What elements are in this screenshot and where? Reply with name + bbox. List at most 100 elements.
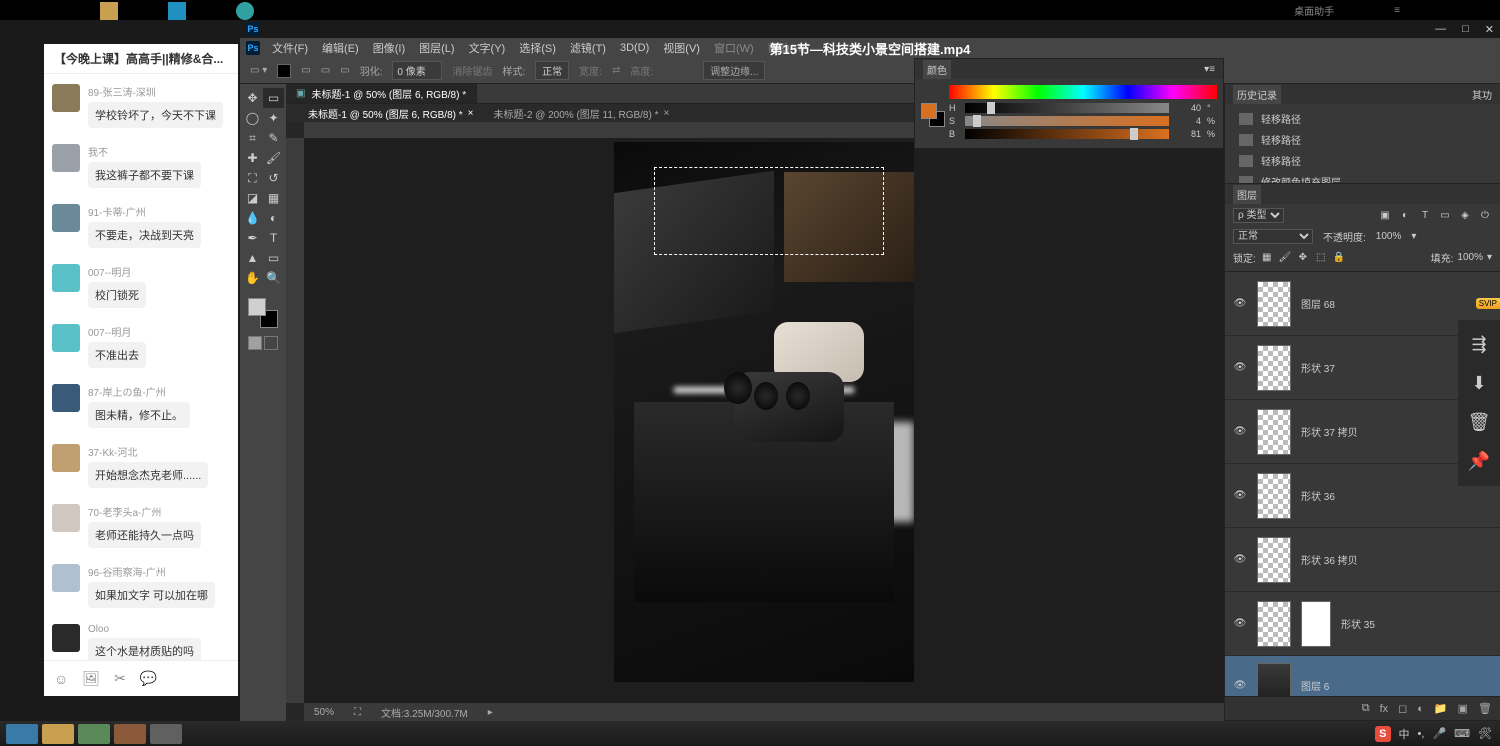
refine-edge-button[interactable]: 调整边缘... [703,61,765,80]
layer-row[interactable]: 👁图层 6 [1225,656,1500,696]
filter-adjust-icon[interactable]: ◐ [1398,209,1412,223]
layer-thumb[interactable] [1257,409,1291,455]
layer-thumb[interactable] [1257,281,1291,327]
visibility-icon[interactable]: 👁 [1233,680,1247,691]
visibility-icon[interactable]: 👁 [1233,362,1247,373]
emoji-icon[interactable]: ☺ [54,671,68,687]
type-tool-icon[interactable]: T [263,228,284,248]
color-swatches[interactable] [248,298,278,328]
desktop-shortcut-1[interactable] [100,2,118,20]
blur-tool-icon[interactable]: 💧 [242,208,263,228]
task-item[interactable] [6,724,38,744]
fx-icon[interactable]: fx [1380,703,1389,715]
marquee-new-icon[interactable] [277,64,291,78]
status-arrow-icon[interactable]: ▸ [488,707,493,718]
opacity-dropdown-icon[interactable]: ▾ [1411,231,1416,242]
link-layers-icon[interactable]: ⧉ [1362,702,1370,715]
avatar[interactable] [52,624,80,652]
eraser-tool-icon[interactable]: ◪ [242,188,263,208]
avatar[interactable] [52,324,80,352]
path-select-icon[interactable]: ▲ [242,248,263,268]
panel-fg-swatch[interactable] [921,103,937,119]
zoom-tool-icon[interactable]: 🔍 [263,268,284,288]
layer-filter-select[interactable]: ρ 类型 [1233,208,1284,223]
lock-trans-icon[interactable]: ▦ [1260,251,1274,265]
color-panel[interactable]: 颜色▾≡ H40° S4% B81% [914,58,1224,149]
heal-tool-icon[interactable]: ✚ [242,148,263,168]
style-select[interactable]: 正常 [535,61,569,80]
avatar[interactable] [52,504,80,532]
desktop-helper[interactable]: 桌面助手 [1294,3,1334,18]
marquee-tool-icon[interactable]: ▭ [263,88,284,108]
stamp-tool-icon[interactable]: ⛶ [242,168,263,188]
dodge-tool-icon[interactable]: ◐ [263,208,284,228]
image-icon[interactable]: 🖼 [82,670,100,687]
layers-tab[interactable]: 图层 [1233,185,1261,204]
tab-close-icon[interactable]: × [468,108,474,119]
h-slider[interactable] [965,103,1169,113]
layer-thumb[interactable] [1257,473,1291,519]
mask-icon[interactable]: ◻ [1398,702,1407,715]
task-item[interactable] [150,724,182,744]
desktop-shortcut-2[interactable] [168,2,186,20]
minimize-icon[interactable]: — [1435,23,1446,36]
canvas[interactable] [304,138,1224,703]
document-tab-2[interactable]: 未标题-2 @ 200% (图层 11, RGB/8) *× [483,104,679,122]
b-slider[interactable] [965,129,1169,139]
task-item[interactable] [42,724,74,744]
extra-tab[interactable]: 其功 [1472,87,1492,102]
ime-badge-icon[interactable]: S [1375,726,1390,742]
menu-edit[interactable]: 编辑(E) [316,38,365,58]
fill-dropdown-icon[interactable]: ▾ [1487,252,1492,263]
menu-filter[interactable]: 滤镜(T) [564,38,612,58]
topbar-menu-icon[interactable]: ≡ [1394,5,1400,16]
share-icon[interactable]: ⇶ [1471,334,1486,355]
filter-pixel-icon[interactable]: ▣ [1378,209,1392,223]
visibility-icon[interactable]: 👁 [1233,426,1247,437]
eyedropper-tool-icon[interactable]: ✎ [263,128,284,148]
history-item[interactable]: 轻移路径 [1225,129,1500,150]
mic-icon[interactable]: 🎤 [1432,727,1446,740]
lock-artboard-icon[interactable]: ⬚ [1314,251,1328,265]
gradient-tool-icon[interactable]: ▦ [263,188,284,208]
scissors-icon[interactable]: ✂ [114,670,126,687]
color-tab[interactable]: 颜色 [923,60,951,79]
download-icon[interactable]: ⬇ [1471,373,1486,394]
task-item[interactable] [114,724,146,744]
avatar[interactable] [52,444,80,472]
tray-dot-icon[interactable]: •, [1418,728,1425,740]
tab-close-icon[interactable]: × [664,108,670,119]
chat-history-icon[interactable]: 💬 [140,670,157,687]
menu-view[interactable]: 视图(V) [657,38,706,58]
antialias-check[interactable]: 消除锯齿 [452,63,492,78]
menu-3d[interactable]: 3D(D) [614,40,655,56]
trash-icon[interactable]: 🗑 [1468,412,1491,433]
desktop-shortcut-3[interactable] [236,2,254,20]
wand-tool-icon[interactable]: ✦ [263,108,284,128]
screen-mode-icon[interactable]: ⛶ [354,707,361,718]
tool-preset-icon[interactable]: ▭ ▾ [250,65,267,76]
new-layer-icon[interactable]: ▣ [1458,702,1468,715]
layer-row[interactable]: 👁形状 35 [1225,592,1500,656]
avatar[interactable] [52,264,80,292]
visibility-icon[interactable]: 👁 [1233,618,1247,629]
history-item[interactable]: 轻移路径 [1225,150,1500,171]
history-brush-icon[interactable]: ↺ [263,168,284,188]
s-slider[interactable] [965,116,1169,126]
visibility-icon[interactable]: 👁 [1233,554,1247,565]
document-tab-1[interactable]: 未标题-1 @ 50% (图层 6, RGB/8) *× [298,104,483,122]
visibility-icon[interactable]: 👁 [1233,490,1247,501]
maximize-icon[interactable]: □ [1462,23,1469,36]
zoom-level[interactable]: 50% [314,707,334,718]
group-icon[interactable]: 📁 [1434,702,1448,715]
visibility-icon[interactable]: 👁 [1233,298,1247,309]
swap-icon[interactable]: ⇄ [612,65,620,76]
feather-input[interactable]: 0 像素 [392,61,442,80]
filter-shape-icon[interactable]: ▭ [1438,209,1452,223]
layer-thumb[interactable] [1257,601,1291,647]
filter-smart-icon[interactable]: ◈ [1458,209,1472,223]
menu-window[interactable]: 窗口(W) [708,38,760,58]
blend-mode-select[interactable]: 正常 [1233,229,1313,244]
menu-file[interactable]: 文件(F) [266,38,314,58]
avatar[interactable] [52,84,80,112]
